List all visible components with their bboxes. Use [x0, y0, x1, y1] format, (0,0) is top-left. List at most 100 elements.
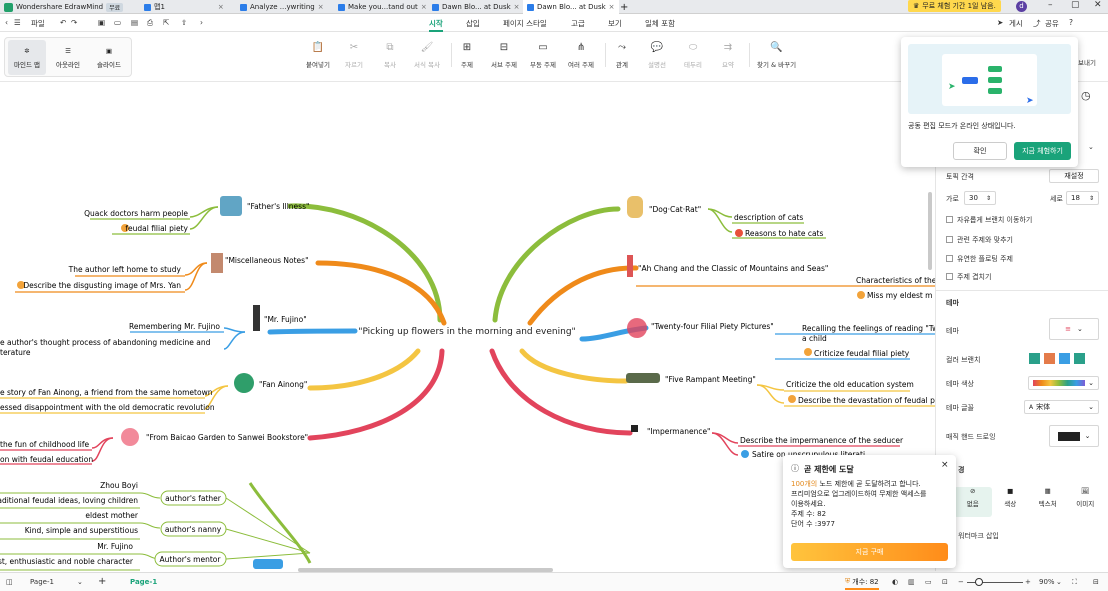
multiple-topics-button[interactable]: ⋔ 여러 주제	[568, 43, 594, 70]
post-button[interactable]: 게시	[1009, 18, 1023, 29]
color-branch-option[interactable]	[1029, 353, 1040, 364]
option-align-related[interactable]: 관련 주제와 맞추기	[946, 235, 1013, 245]
theme-font-selector[interactable]: A 宋体 ⌄	[1024, 400, 1099, 414]
topic-misc-notes[interactable]: "Miscellaneous Notes"	[225, 256, 309, 265]
topic-father-illness[interactable]: "Father's Illness"	[247, 202, 309, 211]
print-icon[interactable]: ⎙	[147, 18, 153, 28]
zoom-slider-handle[interactable]	[975, 578, 983, 586]
redo-icon[interactable]: ↷	[71, 18, 77, 27]
collapse-panel-icon[interactable]: ⊟	[1093, 578, 1099, 586]
option-free-branch[interactable]: 자유롭게 브랜치 이동하기	[946, 215, 1032, 225]
save-icon[interactable]: ▤	[131, 18, 138, 27]
option-overlap[interactable]: 주제 겹치기	[946, 272, 991, 282]
subtopic[interactable]: Miss my eldest m	[867, 291, 933, 300]
try-now-button[interactable]: 지금 체험하기	[1014, 142, 1071, 160]
topic-filial-piety[interactable]: "Twenty-four Filial Piety Pictures"	[651, 322, 774, 331]
topic-baicao-garden[interactable]: "From Baicao Garden to Sanwei Bookstore"	[146, 433, 308, 442]
close-tab-icon[interactable]: ×	[421, 3, 427, 11]
checkbox[interactable]	[946, 236, 953, 243]
history-icon[interactable]: ◷	[1081, 89, 1091, 102]
add-page-icon[interactable]: +	[98, 576, 106, 587]
subtopic[interactable]: on with feudal education	[0, 455, 93, 464]
tab-advanced[interactable]: 고급	[571, 18, 585, 29]
send-button-partial[interactable]: 보내기	[1078, 57, 1096, 67]
character-name[interactable]: Mr. Fujino	[97, 542, 133, 551]
topic-five-rampant[interactable]: "Five Rampant Meeting"	[665, 375, 756, 384]
color-branch-option[interactable]	[1059, 353, 1070, 364]
close-tab-icon[interactable]: ×	[609, 3, 615, 11]
stepper-icon[interactable]: ⇕	[1089, 195, 1094, 202]
more-icon[interactable]: ›	[200, 18, 203, 27]
subtopic[interactable]: The author left home to study	[68, 265, 182, 274]
character-role[interactable]: author's father	[165, 494, 222, 503]
subtopic[interactable]: e story of Fan Ainong, a friend from the…	[0, 388, 213, 397]
subtopic[interactable]: terature	[0, 348, 31, 357]
checkbox[interactable]	[946, 255, 953, 262]
tab-insert[interactable]: 삽입	[466, 18, 480, 29]
export-icon[interactable]: ⇱	[163, 18, 169, 27]
fit-icon[interactable]: ⊡	[942, 578, 948, 586]
tab-start[interactable]: 시작	[429, 18, 443, 32]
subtopic[interactable]: Describe the disgusting image of Mrs. Ya…	[23, 281, 181, 290]
topic-fan-ainong[interactable]: "Fan Ainong"	[259, 380, 307, 389]
share-icon[interactable]: ⤴	[1033, 18, 1041, 29]
close-tab-icon[interactable]: ×	[218, 3, 224, 11]
reset-button[interactable]: 재설정	[1049, 169, 1099, 183]
tab-view[interactable]: 보기	[608, 18, 622, 29]
chevron-down-icon[interactable]: ⌄	[77, 578, 83, 586]
bg-image-tab[interactable]: 🖼 이미지	[1067, 487, 1105, 517]
minimize-icon[interactable]: –	[1048, 0, 1053, 10]
stepper-icon[interactable]: ⇕	[986, 195, 991, 202]
character-trait[interactable]: Kind, simple and superstitious	[25, 526, 138, 535]
insert-watermark[interactable]: 워터마크 삽입	[958, 531, 999, 541]
subtopic[interactable]: feudal filial piety	[125, 224, 188, 233]
share-button[interactable]: 공유	[1045, 18, 1059, 29]
theme-color-selector[interactable]: ⌄	[1028, 376, 1099, 390]
callout-button[interactable]: 💬 설명선	[648, 43, 666, 70]
horizontal-spacing-input[interactable]: 30 ⇕	[964, 191, 996, 205]
theme-selector[interactable]: ≡ ⌄	[1049, 318, 1099, 340]
central-topic[interactable]: "Picking up flowers in the morning and e…	[358, 327, 575, 337]
maximize-icon[interactable]: ▢	[1071, 0, 1080, 10]
tab-ai[interactable]: 일체 포함	[645, 18, 675, 29]
avatar[interactable]: d	[1016, 1, 1027, 12]
checkbox[interactable]	[946, 273, 953, 280]
character-name[interactable]: Zhou Boyi	[100, 481, 138, 490]
subtopic[interactable]: a child	[802, 334, 827, 343]
subtopic[interactable]: the fun of childhood life	[0, 440, 90, 449]
new-icon[interactable]: ▣	[98, 18, 105, 27]
hand-drawn-selector[interactable]: ⌄	[1049, 425, 1099, 447]
help-icon[interactable]: ?	[1069, 18, 1073, 27]
color-branch-option[interactable]	[1074, 353, 1085, 364]
bg-texture-tab[interactable]: ▦ 텍스처	[1029, 487, 1067, 517]
summary-button[interactable]: ⇉ 요약	[722, 43, 734, 70]
doc-tab-3[interactable]: Make you...tand out ×	[334, 0, 431, 14]
topic-dog-cat-rat[interactable]: "Dog·Cat·Rat"	[649, 205, 701, 214]
vertical-scrollbar[interactable]	[928, 192, 932, 270]
topic-mr-fujino[interactable]: "Mr. Fujino"	[264, 315, 307, 324]
file-menu[interactable]: 파일	[31, 18, 45, 29]
character-name[interactable]: eldest mother	[85, 511, 139, 520]
new-tab-button[interactable]: +	[616, 0, 632, 14]
subtopic[interactable]: Describe the impermanence of the seducer	[740, 436, 904, 445]
chevron-down-icon[interactable]: ⌄	[1088, 143, 1094, 151]
file-menu-icon[interactable]: ☰	[14, 18, 21, 27]
subtopic[interactable]: Quack doctors harm people	[84, 209, 188, 218]
page-tab[interactable]: Page-1	[130, 578, 157, 586]
color-branch-option[interactable]	[1044, 353, 1055, 364]
topic-ah-chang[interactable]: "Ah Chang and the Classic of Mountains a…	[638, 264, 828, 273]
back-icon[interactable]: ‹	[5, 18, 8, 27]
node-count[interactable]: ⛨ 개수: 82	[845, 575, 879, 590]
focus-icon[interactable]: ◐	[892, 578, 898, 586]
present-icon[interactable]: ▭	[925, 578, 932, 586]
character-trait[interactable]: nest, enthusiastic and noble character	[0, 557, 134, 566]
character-role[interactable]: author's nanny	[165, 525, 222, 534]
open-icon[interactable]: ▭	[114, 18, 121, 27]
doc-tab-2[interactable]: Analyze ...ywriting ×	[236, 0, 328, 14]
subtopic[interactable]: e author's thought process of abandoning…	[0, 338, 211, 347]
option-flexible-floating[interactable]: 유연한 플로팅 주제	[946, 254, 1013, 264]
cut-button[interactable]: ✂ 자르기	[345, 43, 363, 70]
slide-view-button[interactable]: ▣ 슬라이드	[90, 40, 128, 75]
close-window-icon[interactable]: ✕	[1094, 0, 1102, 10]
floating-topic-button[interactable]: ▭ 부동 주제	[530, 43, 556, 70]
